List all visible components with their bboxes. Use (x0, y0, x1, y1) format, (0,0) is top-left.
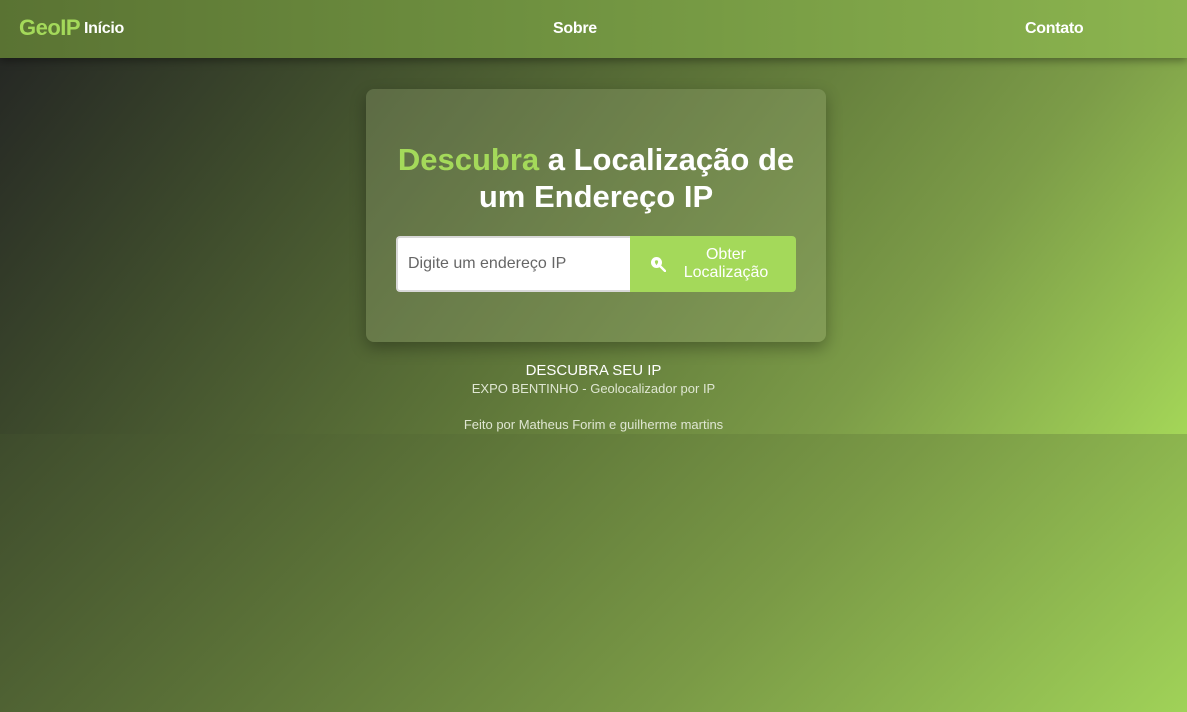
title-line-2: um Endereço IP (478, 179, 714, 214)
logo: GeoIP (19, 15, 81, 40)
search-card: Descubra a Localização de um Endereço IP … (366, 89, 826, 342)
title-highlight: Descubra (397, 142, 540, 177)
nav-link-sobre[interactable]: Sobre (553, 20, 597, 38)
ip-address-input[interactable] (396, 236, 630, 292)
navbar: GeoIP Início Sobre Contato (0, 0, 1187, 58)
get-location-button-label: Obter Localização (683, 246, 769, 281)
nav-link-contato[interactable]: Contato (1025, 20, 1084, 38)
page-title: Descubra a Localização de um Endereço IP (366, 141, 826, 215)
nav-link-inicio[interactable]: Início (84, 20, 124, 38)
footer-credit: Feito por Matheus Forim e guilherme mart… (463, 417, 724, 432)
title-rest: a Localização de (539, 142, 795, 177)
footer-subtitle: EXPO BENTINHO - Geolocalizador por IP (471, 381, 716, 396)
search-location-icon (651, 257, 666, 272)
get-location-button[interactable]: Obter Localização (630, 236, 796, 292)
footer-title: DESCUBRA SEU IP (525, 362, 662, 379)
